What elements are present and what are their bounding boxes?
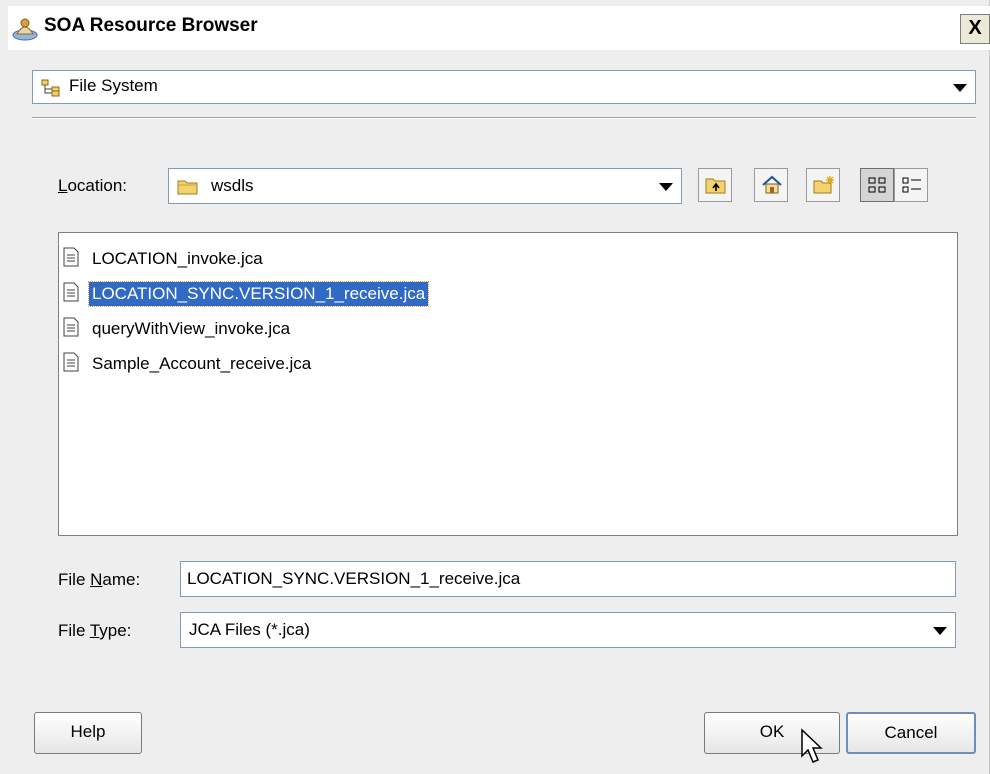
file-name-label: File Name:: [58, 570, 141, 589]
close-button[interactable]: X: [960, 14, 990, 44]
list-view-button[interactable]: [894, 168, 928, 202]
soa-resource-browser-dialog: SOA Resource Browser X File System Locat…: [0, 0, 990, 774]
source-selector-dropdown[interactable]: File System: [32, 70, 976, 104]
source-selector-value: File System: [69, 76, 158, 95]
file-name-field[interactable]: LOCATION_SYNC.VERSION_1_receive.jca: [180, 561, 956, 597]
file-type-value: JCA Files (*.jca): [189, 620, 310, 639]
file-name: queryWithView_invoke.jca: [92, 319, 291, 338]
home-button[interactable]: [754, 168, 788, 202]
list-item[interactable]: queryWithView_invoke.jca: [63, 314, 293, 344]
up-one-level-button[interactable]: [698, 168, 732, 202]
file-system-tree-icon: [41, 79, 61, 102]
document-icon: [63, 282, 89, 307]
document-icon: [63, 247, 89, 272]
window-title: SOA Resource Browser: [44, 15, 258, 36]
soa-app-icon: [12, 14, 42, 42]
document-icon: [63, 352, 89, 377]
new-folder-button[interactable]: [806, 168, 840, 202]
location-value: wsdls: [211, 176, 254, 195]
list-item-selected[interactable]: LOCATION_SYNC.VERSION_1_receive.jca: [63, 279, 430, 309]
file-name: LOCATION_SYNC.VERSION_1_receive.jca: [87, 281, 430, 307]
help-button[interactable]: Help: [34, 712, 142, 754]
file-type-label: File Type:: [58, 621, 132, 640]
file-list[interactable]: LOCATION_invoke.jca LOCATION_SYNC.VERSIO…: [58, 232, 958, 536]
chevron-down-icon: [659, 183, 673, 191]
icon-view-button[interactable]: [860, 168, 894, 202]
chevron-down-icon: [953, 84, 967, 92]
file-name: LOCATION_invoke.jca: [92, 249, 263, 268]
folder-icon: [177, 178, 199, 201]
location-label: Location:: [58, 176, 128, 195]
separator: [32, 117, 976, 119]
cancel-button[interactable]: Cancel: [846, 712, 976, 754]
mouse-pointer-icon: [800, 728, 826, 771]
file-type-dropdown[interactable]: JCA Files (*.jca): [180, 612, 956, 648]
file-name: Sample_Account_receive.jca: [92, 354, 312, 373]
title-bar[interactable]: SOA Resource Browser X: [8, 6, 990, 50]
chevron-down-icon: [933, 627, 947, 635]
list-item[interactable]: Sample_Account_receive.jca: [63, 349, 314, 379]
document-icon: [63, 317, 89, 342]
list-item[interactable]: LOCATION_invoke.jca: [63, 244, 266, 274]
location-dropdown[interactable]: wsdls: [168, 168, 682, 204]
